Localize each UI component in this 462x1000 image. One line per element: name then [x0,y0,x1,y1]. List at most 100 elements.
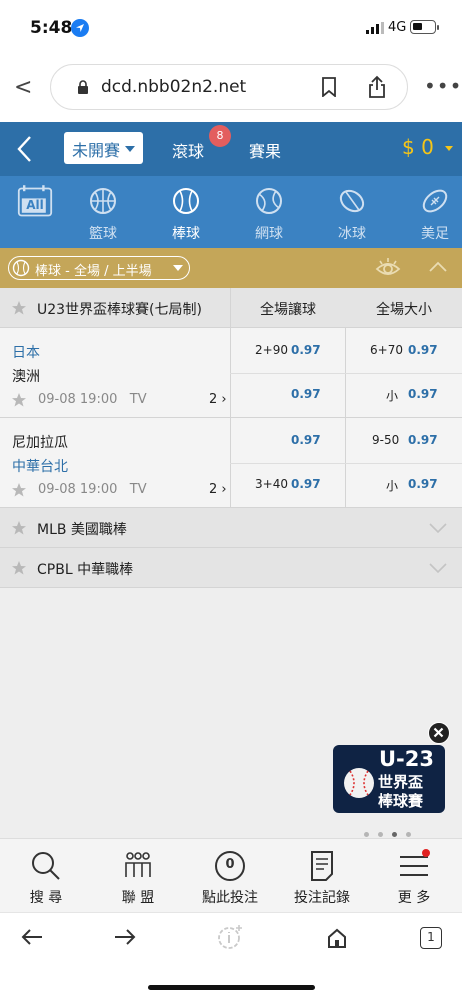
tab-results[interactable]: 賽果 [249,138,281,162]
chevron-down-icon [173,265,183,271]
star-icon[interactable] [11,300,27,316]
odds-cell[interactable]: 0.97 [231,418,345,463]
search-icon [32,852,60,880]
address-bar[interactable]: dcd.nbb02n2.net [50,64,408,110]
balance-caret-icon [445,146,453,151]
odds-cell[interactable]: 小 0.97 [346,373,462,418]
odds-cell[interactable]: 小 0.97 [346,463,462,508]
menu-icon [400,849,430,876]
signal-icon [366,22,384,34]
nav-leagues-label: 聯 盟 [121,890,155,906]
match-row: 尼加拉瓜 中華台北 09-08 19:00 TV 2 › 0.97 3+40 0… [0,418,462,513]
football-icon [422,189,448,213]
info-sparkle-icon[interactable] [216,923,244,951]
live-count-badge: 8 [209,125,231,147]
match-time: 09-08 19:00 TV [38,392,147,407]
col-handicap: 全場讓球 [260,302,316,318]
sport-football[interactable]: 美足 [394,176,462,248]
tabs-count[interactable]: 1 [420,927,442,949]
home-team: 尼加拉瓜 [12,435,68,451]
odds-cell[interactable]: 0.97 [231,373,345,418]
eye-icon[interactable] [374,256,402,280]
home-icon[interactable] [326,927,348,949]
market-select[interactable]: 未開賽 [64,132,143,164]
market-select-label: 未開賽 [72,141,121,160]
col-total: 全場大小 [376,302,432,318]
sport-hockey[interactable]: 冰球 [311,176,393,248]
status-time: 5:48 [30,18,73,38]
chevron-down-icon [125,146,135,152]
browser-more-icon[interactable]: ••• [424,74,462,98]
baseball-icon [12,259,30,277]
home-indicator [148,985,315,990]
basketball-icon [90,188,116,214]
tab-live[interactable]: 滾球 [172,138,204,162]
url-text: dcd.nbb02n2.net [101,77,247,97]
sports-bar: All 籃球 棒球 網球 冰球 美足 [0,176,462,248]
nav-leagues[interactable]: 聯 盟 [92,839,184,913]
chevron-down-icon [429,523,447,534]
away-team: 中華台北 [12,459,68,475]
promo-banner[interactable]: U-23 世界盃 棒球賽 [333,745,445,813]
chevron-up-icon[interactable] [428,260,448,274]
arrow-right-icon[interactable] [113,927,137,947]
browser-back-icon[interactable]: < [14,75,32,100]
star-icon[interactable] [11,482,27,498]
sport-football-label: 美足 [421,226,449,242]
promo-title: U-23 [379,747,434,771]
promo-line: 世界盃 [378,773,424,791]
sport-tennis-label: 網球 [255,226,283,242]
star-icon[interactable] [11,520,27,536]
battery-icon [410,20,436,34]
bottom-nav: 搜 尋 聯 盟 0 點此投注 投注記錄 更 多 [0,838,462,912]
nav-records[interactable]: 投注記錄 [276,839,368,913]
odds-cell[interactable]: 6+70 0.97 [346,328,462,373]
more-bets-link[interactable]: 2 › [209,482,227,497]
more-bets-link[interactable]: 2 › [209,392,227,407]
odds-cell[interactable]: 2+90 0.97 [231,328,345,373]
period-filter[interactable]: 棒球 - 全場 / 上半場 [8,256,190,280]
hockey-icon [339,189,365,213]
browser-address-row: < dcd.nbb02n2.net ••• [0,58,462,120]
league-row-cpbl[interactable]: CPBL 中華職棒 [0,548,462,588]
bookmark-icon[interactable] [321,77,337,97]
baseball-icon [173,188,199,214]
odds-cell[interactable]: 9-50 0.97 [346,418,462,463]
people-icon [125,852,151,877]
promo-line: 棒球賽 [378,792,424,810]
nav-search[interactable]: 搜 尋 [0,839,92,913]
baseball-icon [344,768,374,798]
filter-bar: 棒球 - 全場 / 上半場 [0,248,462,288]
league-header[interactable]: U23世界盃棒球賽(七局制) 全場讓球 全場大小 [0,288,462,328]
sport-baseball-label: 棒球 [172,226,200,242]
odds-cell[interactable]: 3+40 0.97 [231,463,345,508]
share-icon[interactable] [367,75,387,99]
sport-baseball[interactable]: 棒球 [145,176,227,248]
balance[interactable]: $ 0 [402,135,434,159]
chevron-down-icon [429,563,447,574]
sport-hockey-label: 冰球 [338,226,366,242]
nav-more[interactable]: 更 多 [368,839,460,913]
period-filter-label: 棒球 - 全場 / 上半場 [35,264,152,279]
star-icon[interactable] [11,392,27,408]
match-time: 09-08 19:00 TV [38,482,147,497]
away-team: 澳洲 [12,369,40,385]
nav-search-label: 搜 尋 [29,890,63,906]
tennis-icon [256,188,282,214]
back-icon[interactable] [12,134,38,164]
league-title: MLB 美國職棒 [37,522,127,538]
sport-tennis[interactable]: 網球 [228,176,310,248]
arrow-left-icon[interactable] [20,927,44,947]
nav-betslip[interactable]: 0 點此投注 [184,839,276,913]
league-row-mlb[interactable]: MLB 美國職棒 [0,508,462,548]
home-team: 日本 [12,345,40,361]
network-label: 4G [388,20,407,35]
sport-basketball[interactable]: 籃球 [62,176,144,248]
app-header: 未開賽 滾球 8 賽果 $ 0 [0,122,462,176]
close-icon[interactable] [428,722,450,744]
nav-betslip-label: 點此投注 [202,890,258,906]
star-icon[interactable] [11,560,27,576]
sport-basketball-label: 籃球 [89,226,117,242]
location-arrow-icon [71,19,89,37]
nav-records-label: 投注記錄 [294,890,350,906]
